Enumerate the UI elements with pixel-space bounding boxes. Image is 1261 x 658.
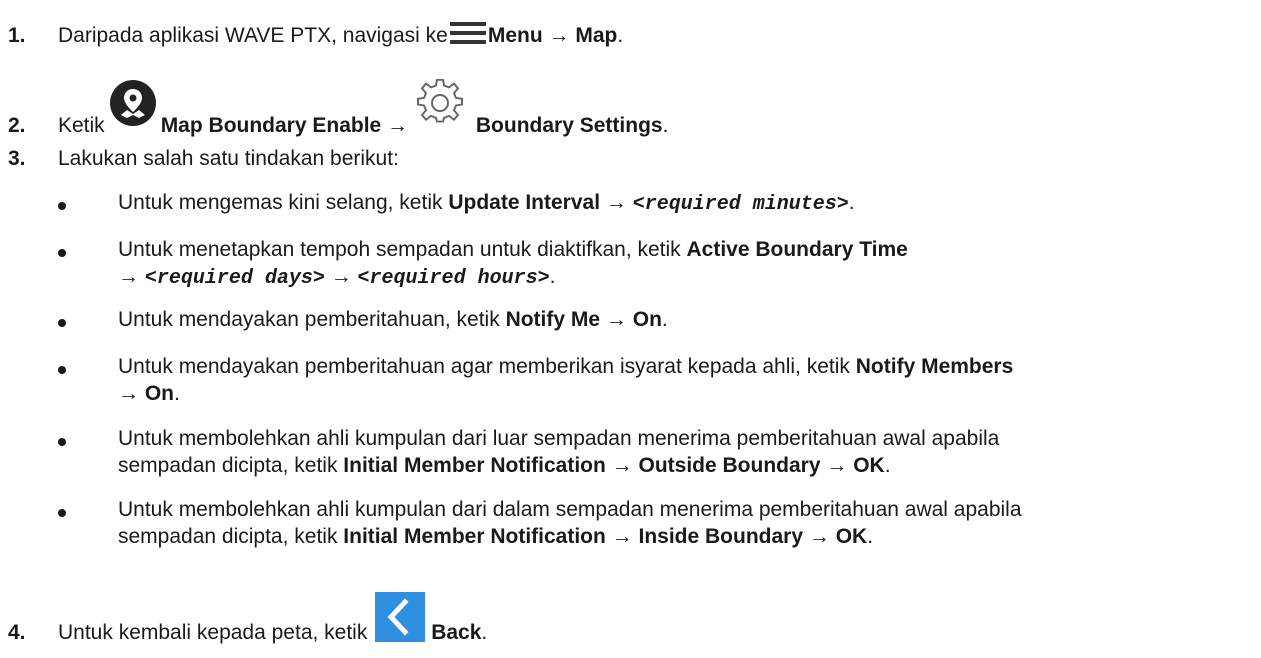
step-text: Lakukan salah satu tindakan berikut: [58,147,399,170]
map-pin-icon [109,79,157,133]
list-item-text: Untuk mengemas kini selang, ketik Update… [118,191,855,216]
menu-label: Menu [487,24,543,47]
bullet-dot [58,366,66,374]
step-text: Untuk kembali kepada peta, ketik [58,621,374,644]
bullet-dot [58,319,66,327]
step-number: 3. [8,147,26,170]
back-label: Back [431,621,482,644]
arrow: → [542,24,576,47]
list-item-text: Untuk mendayakan pemberitahuan agar memb… [118,355,1014,405]
bullet-dot [58,249,66,257]
step-4: 4. Untuk kembali kepada peta, ketik Back… [8,592,487,648]
step-text: Ketik [58,114,105,137]
list-item-text: Untuk mendayakan pemberitahuan, ketik No… [118,308,668,331]
hamburger-menu-icon [449,22,486,50]
bullet-dot [58,438,66,446]
map-label: Map [575,24,618,47]
step-number: 2. [8,114,26,137]
period: . [662,114,669,137]
list-item-text: Untuk membolehkan ahli kumpulan dari lua… [118,427,1000,477]
period: . [481,621,488,644]
boundary-settings-label: Boundary Settings [475,114,663,137]
arrow: → [381,114,414,137]
step-number: 1. [8,24,26,47]
bullet-dot [58,509,66,517]
gear-icon [416,78,464,133]
list-item-text: Untuk menetapkan tempoh sempadan untuk d… [118,238,908,290]
step-3: 3. Lakukan salah satu tindakan berikut: [8,147,399,171]
list-item-text: Untuk membolehkan ahli kumpulan dari dal… [118,498,1022,548]
period: . [617,24,624,47]
map-boundary-enable-label: Map Boundary Enable [160,114,382,137]
bullet-dot [58,202,66,210]
step-number: 4. [8,621,26,644]
back-chevron-icon [375,592,426,648]
step-2: 2. Ketik Map Boundary Enable → Boundary … [8,74,668,138]
step-text: Daripada aplikasi WAVE PTX, navigasi ke [58,24,448,47]
step-1: 1. Daripada aplikasi WAVE PTX, navigasi … [8,22,623,50]
